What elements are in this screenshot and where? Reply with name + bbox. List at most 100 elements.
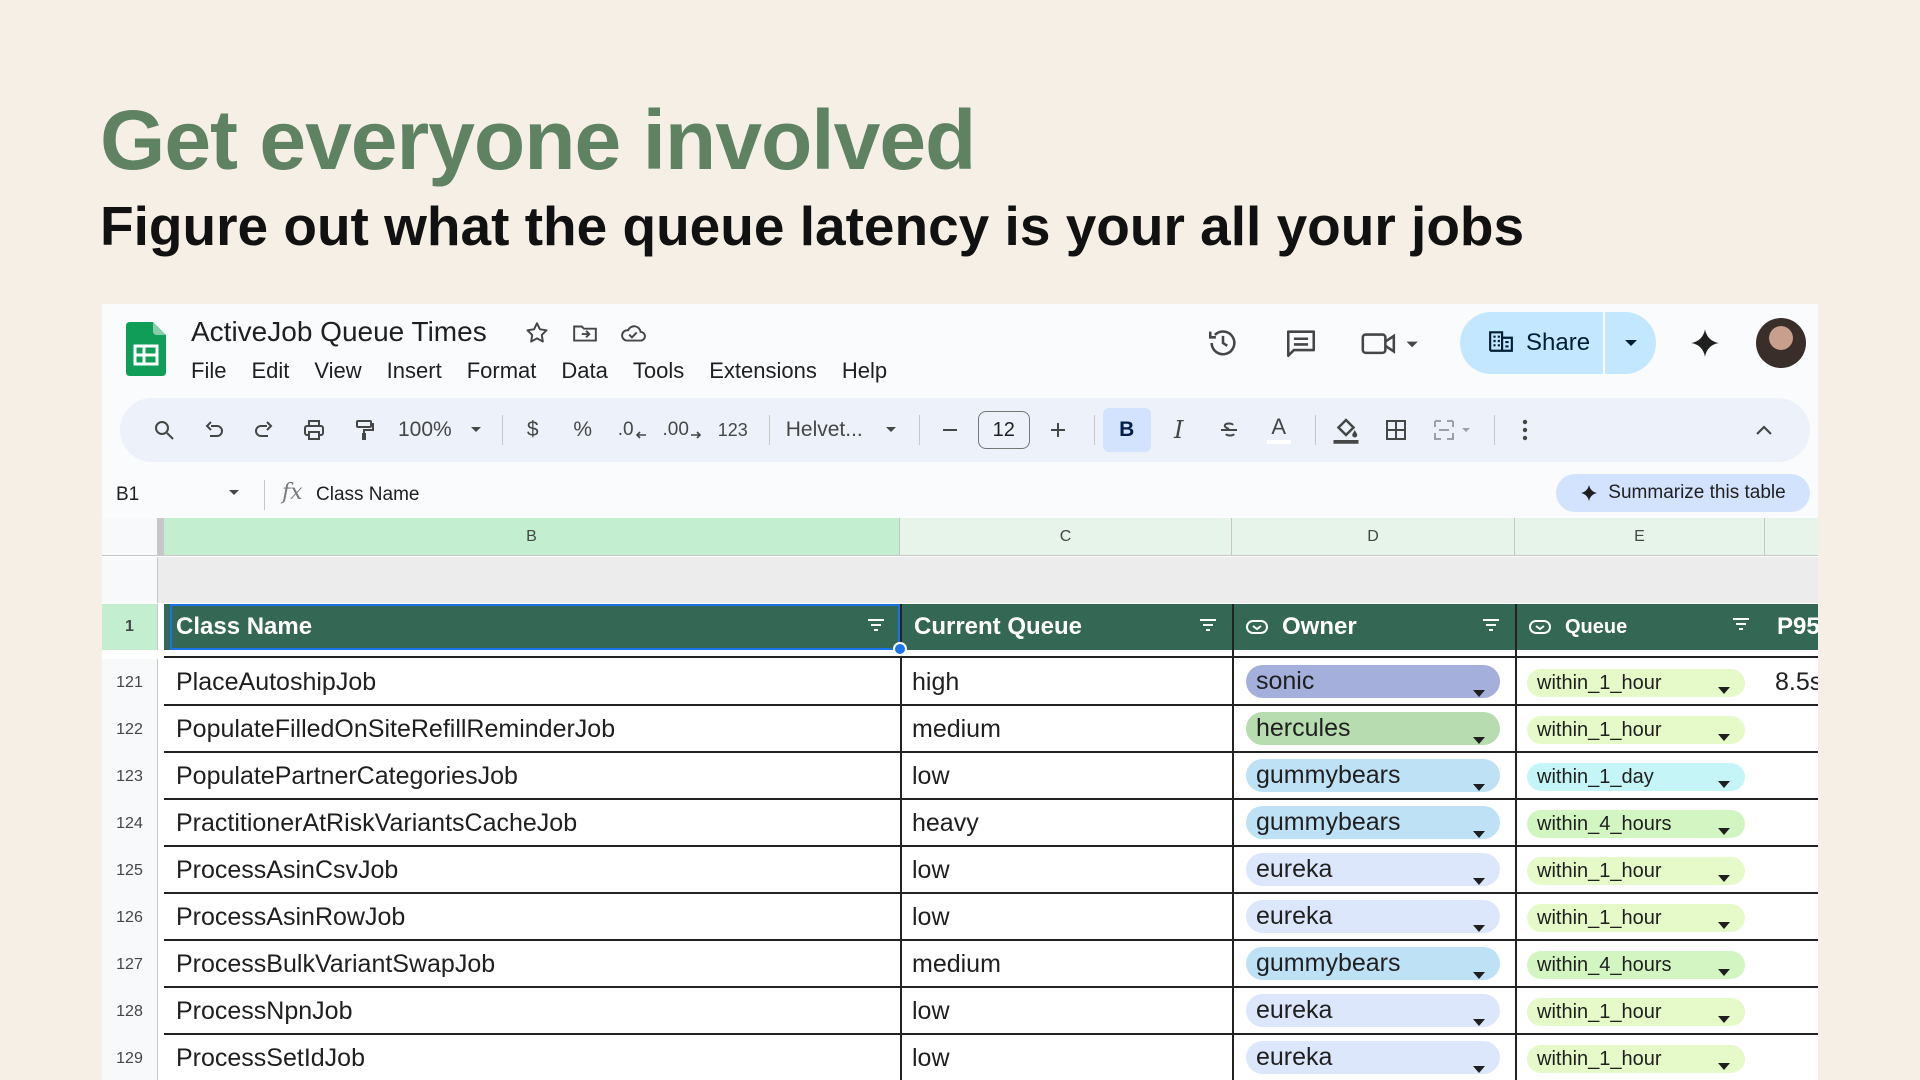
text-color-button[interactable]: A [1257,408,1301,452]
selection-drag-handle[interactable] [893,642,907,656]
owner-cell[interactable]: hercules [1232,706,1515,753]
p95-cell[interactable] [1765,1035,1818,1080]
owner-cell[interactable]: sonic [1232,659,1515,706]
row-header-1[interactable]: 1 [102,604,158,650]
p95-cell[interactable]: 8.5s [1765,659,1818,706]
header-class-name[interactable]: Class Name [164,604,900,650]
search-menus-icon[interactable] [142,408,186,452]
strikethrough-icon[interactable] [1207,408,1251,452]
fill-color-icon[interactable] [1324,408,1368,452]
menu-tools[interactable]: Tools [633,354,696,388]
header-queue[interactable]: Queue [1515,604,1765,650]
comments-icon[interactable] [1278,320,1324,366]
collapse-toolbar-chevron-up-icon[interactable] [1742,408,1786,452]
p95-cell[interactable] [1765,753,1818,800]
current-queue-cell[interactable]: medium [900,941,1232,988]
undo-icon[interactable] [192,408,236,452]
filter-icon[interactable] [1481,614,1501,642]
owner-chip[interactable]: eureka [1246,900,1500,933]
class-name-cell[interactable]: ProcessSetIdJob [164,1035,900,1080]
owner-chip[interactable]: eureka [1246,1041,1500,1074]
summarize-table-button[interactable]: Summarize this table [1556,474,1810,512]
row-header[interactable]: 121 [102,659,158,706]
owner-cell[interactable]: eureka [1232,1035,1515,1080]
owner-chip[interactable]: eureka [1246,994,1500,1027]
menu-format[interactable]: Format [467,354,549,388]
version-history-icon[interactable] [1200,320,1246,366]
class-name-cell[interactable]: ProcessNpnJob [164,988,900,1035]
increase-decimal-button[interactable]: .00 [661,408,705,452]
current-queue-cell[interactable]: heavy [900,800,1232,847]
menu-data[interactable]: Data [561,354,619,388]
owner-chip[interactable]: eureka [1246,853,1500,886]
owner-cell[interactable]: gummybears [1232,753,1515,800]
owner-cell[interactable]: eureka [1232,988,1515,1035]
share-dropdown-chevron-icon[interactable] [1605,338,1656,348]
decrease-decimal-button[interactable]: .0 [611,408,655,452]
owner-chip[interactable]: gummybears [1246,806,1500,839]
queue-chip[interactable]: within_1_hour [1527,1045,1745,1073]
more-options-icon[interactable] [1503,408,1547,452]
class-name-cell[interactable]: PopulatePartnerCategoriesJob [164,753,900,800]
p95-cell[interactable] [1765,941,1818,988]
borders-icon[interactable] [1374,408,1418,452]
queue-chip[interactable]: within_4_hours [1527,810,1745,838]
queue-cell[interactable]: within_4_hours [1515,941,1765,988]
owner-chip[interactable]: sonic [1246,665,1500,698]
p95-cell[interactable] [1765,988,1818,1035]
filter-icon[interactable] [1731,614,1751,640]
p95-cell[interactable] [1765,706,1818,753]
owner-chip[interactable]: hercules [1246,712,1500,745]
queue-cell[interactable]: within_4_hours [1515,800,1765,847]
menu-edit[interactable]: Edit [251,354,301,388]
queue-cell[interactable]: within_1_hour [1515,988,1765,1035]
owner-cell[interactable]: gummybears [1232,800,1515,847]
redo-icon[interactable] [242,408,286,452]
row-header[interactable]: 126 [102,894,158,941]
queue-cell[interactable]: within_1_hour [1515,847,1765,894]
owner-cell[interactable]: eureka [1232,847,1515,894]
class-name-cell[interactable]: ProcessBulkVariantSwapJob [164,941,900,988]
row-header[interactable]: 125 [102,847,158,894]
p95-cell[interactable] [1765,800,1818,847]
document-title[interactable]: ActiveJob Queue Times [191,316,487,348]
column-header-d[interactable]: D [1232,518,1515,556]
owner-chip[interactable]: gummybears [1246,947,1500,980]
meet-video-icon[interactable] [1356,320,1426,366]
paint-format-icon[interactable] [342,408,386,452]
row-header[interactable]: 122 [102,706,158,753]
queue-chip[interactable]: within_4_hours [1527,951,1745,979]
italic-button[interactable]: I [1157,408,1201,452]
column-header-f[interactable] [1765,518,1818,556]
print-icon[interactable] [292,408,336,452]
queue-chip[interactable]: within_1_hour [1527,998,1745,1026]
column-header-c[interactable]: C [900,518,1232,556]
more-formats-button[interactable]: 123 [711,408,755,452]
font-family-select[interactable]: Helvet... [778,408,905,452]
current-queue-cell[interactable]: low [900,988,1232,1035]
menu-extensions[interactable]: Extensions [709,354,829,388]
queue-cell[interactable]: within_1_hour [1515,659,1765,706]
filter-icon[interactable] [866,614,886,642]
menu-view[interactable]: View [314,354,373,388]
column-header-e[interactable]: E [1515,518,1765,556]
gemini-sparkle-icon[interactable] [1682,320,1728,366]
move-folder-icon[interactable] [570,318,600,348]
current-queue-cell[interactable]: low [900,894,1232,941]
queue-chip[interactable]: within_1_day [1527,763,1745,791]
queue-cell[interactable]: within_1_day [1515,753,1765,800]
share-button[interactable]: Share [1460,312,1656,374]
class-name-cell[interactable]: PopulateFilledOnSiteRefillReminderJob [164,706,900,753]
increase-font-size-button[interactable] [1036,408,1080,452]
menu-help[interactable]: Help [842,354,899,388]
filter-icon[interactable] [1198,614,1218,642]
row-header[interactable]: 124 [102,800,158,847]
menu-file[interactable]: File [191,354,238,388]
row-header[interactable]: 123 [102,753,158,800]
current-queue-cell[interactable]: high [900,659,1232,706]
header-current-queue[interactable]: Current Queue [900,604,1232,650]
current-queue-cell[interactable]: low [900,1035,1232,1080]
select-all-corner[interactable] [102,518,158,556]
queue-cell[interactable]: within_1_hour [1515,894,1765,941]
header-p95[interactable]: P95 [1765,604,1818,650]
